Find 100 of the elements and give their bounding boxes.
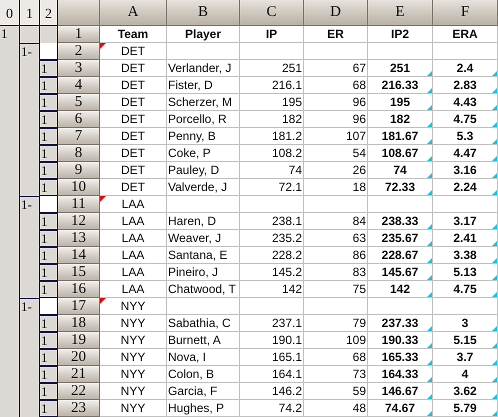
table-cell[interactable]: Hughes, P (167, 400, 240, 417)
table-cell[interactable]: 235.2 (240, 230, 304, 247)
table-cell[interactable]: 182 (240, 111, 304, 128)
outline-mark[interactable]: 1 (40, 383, 58, 400)
table-cell[interactable]: 5.3 (433, 128, 498, 145)
table-cell[interactable]: Player (167, 26, 240, 43)
table-cell[interactable]: 83 (304, 264, 368, 281)
table-cell[interactable]: 237.33 (368, 315, 433, 332)
table-cell[interactable] (240, 298, 304, 315)
table-cell[interactable]: NYY (100, 332, 167, 349)
table-cell[interactable]: DET (100, 94, 167, 111)
table-cell[interactable]: Pauley, D (167, 162, 240, 179)
table-cell[interactable] (433, 43, 498, 60)
table-cell[interactable]: Weaver, J (167, 230, 240, 247)
column-header[interactable]: B (167, 0, 240, 26)
table-cell[interactable]: LAA (100, 247, 167, 264)
row-header[interactable]: 18 (58, 315, 100, 332)
table-cell[interactable]: 165.33 (368, 349, 433, 366)
table-cell[interactable]: 79 (304, 315, 368, 332)
table-cell[interactable]: 3.62 (433, 383, 498, 400)
table-cell[interactable]: NYY (100, 366, 167, 383)
table-cell[interactable]: NYY (100, 383, 167, 400)
table-cell[interactable] (304, 196, 368, 213)
outline-mark[interactable]: 1 (40, 281, 58, 298)
table-cell[interactable]: DET (100, 77, 167, 94)
table-cell[interactable]: Coke, P (167, 145, 240, 162)
table-cell[interactable]: 145.2 (240, 264, 304, 281)
table-cell[interactable]: Valverde, J (167, 179, 240, 196)
table-cell[interactable]: 5.13 (433, 264, 498, 281)
table-cell[interactable]: 142 (240, 281, 304, 298)
table-cell[interactable]: 237.1 (240, 315, 304, 332)
table-cell[interactable]: 5.79 (433, 400, 498, 417)
outline-mark[interactable]: 1 (40, 349, 58, 366)
table-cell[interactable]: 146.2 (240, 383, 304, 400)
row-header[interactable]: 13 (58, 230, 100, 247)
table-cell[interactable]: LAA (100, 196, 167, 213)
table-cell[interactable]: 74 (240, 162, 304, 179)
table-cell[interactable]: NYY (100, 349, 167, 366)
row-header[interactable]: 21 (58, 366, 100, 383)
table-cell[interactable]: 68 (304, 77, 368, 94)
table-cell[interactable]: Porcello, R (167, 111, 240, 128)
table-cell[interactable]: Nova, I (167, 349, 240, 366)
table-cell[interactable]: 108.67 (368, 145, 433, 162)
table-cell[interactable]: 165.1 (240, 349, 304, 366)
outline-mark[interactable]: 1 (40, 332, 58, 349)
table-cell[interactable]: 63 (304, 230, 368, 247)
table-cell[interactable]: 2.41 (433, 230, 498, 247)
table-cell[interactable]: DET (100, 128, 167, 145)
table-cell[interactable]: 142 (368, 281, 433, 298)
row-header[interactable]: 19 (58, 332, 100, 349)
table-cell[interactable]: 146.67 (368, 383, 433, 400)
outline-mark[interactable]: 1 (40, 264, 58, 281)
row-header[interactable]: 11 (58, 196, 100, 213)
row-header[interactable]: 5 (58, 94, 100, 111)
column-header[interactable]: A (100, 0, 167, 26)
table-cell[interactable] (304, 298, 368, 315)
table-cell[interactable]: 4.75 (433, 111, 498, 128)
table-cell[interactable]: 251 (240, 60, 304, 77)
outline-mark[interactable]: 1 (40, 145, 58, 162)
outline-mark[interactable]: 1 (40, 230, 58, 247)
row-header[interactable]: 8 (58, 145, 100, 162)
table-cell[interactable]: 74 (368, 162, 433, 179)
table-cell[interactable]: Burnett, A (167, 332, 240, 349)
table-cell[interactable]: ER (304, 26, 368, 43)
table-cell[interactable]: 109 (304, 332, 368, 349)
table-cell[interactable]: Garcia, F (167, 383, 240, 400)
table-cell[interactable]: 164.33 (368, 366, 433, 383)
row-header[interactable]: 15 (58, 264, 100, 281)
table-cell[interactable]: 108.2 (240, 145, 304, 162)
table-cell[interactable]: 75 (304, 281, 368, 298)
table-cell[interactable]: 2.83 (433, 77, 498, 94)
row-header[interactable]: 12 (58, 213, 100, 230)
outline-mark[interactable]: 1- (20, 196, 40, 213)
table-cell[interactable]: 48 (304, 400, 368, 417)
table-cell[interactable] (240, 196, 304, 213)
table-cell[interactable]: DET (100, 43, 167, 60)
table-cell[interactable]: Chatwood, T (167, 281, 240, 298)
table-cell[interactable]: DET (100, 162, 167, 179)
table-cell[interactable]: Colon, B (167, 366, 240, 383)
outline-mark[interactable]: 1 (40, 60, 58, 77)
table-cell[interactable]: DET (100, 145, 167, 162)
table-cell[interactable]: Sabathia, C (167, 315, 240, 332)
row-header[interactable]: 20 (58, 349, 100, 366)
outline-mark[interactable]: 1 (40, 247, 58, 264)
table-cell[interactable]: 3.38 (433, 247, 498, 264)
outline-level-button[interactable]: 1 (20, 0, 40, 26)
table-cell[interactable]: IP2 (368, 26, 433, 43)
table-cell[interactable]: Verlander, J (167, 60, 240, 77)
table-cell[interactable]: 2.24 (433, 179, 498, 196)
table-cell[interactable]: 74.2 (240, 400, 304, 417)
table-cell[interactable]: NYY (100, 400, 167, 417)
table-cell[interactable]: LAA (100, 230, 167, 247)
table-cell[interactable]: 190.1 (240, 332, 304, 349)
table-cell[interactable]: 72.1 (240, 179, 304, 196)
table-cell[interactable]: Pineiro, J (167, 264, 240, 281)
table-cell[interactable]: 181.67 (368, 128, 433, 145)
outline-mark[interactable]: 1 (40, 179, 58, 196)
outline-mark[interactable]: 1- (20, 43, 40, 60)
table-cell[interactable]: 2.4 (433, 60, 498, 77)
row-header[interactable]: 14 (58, 247, 100, 264)
